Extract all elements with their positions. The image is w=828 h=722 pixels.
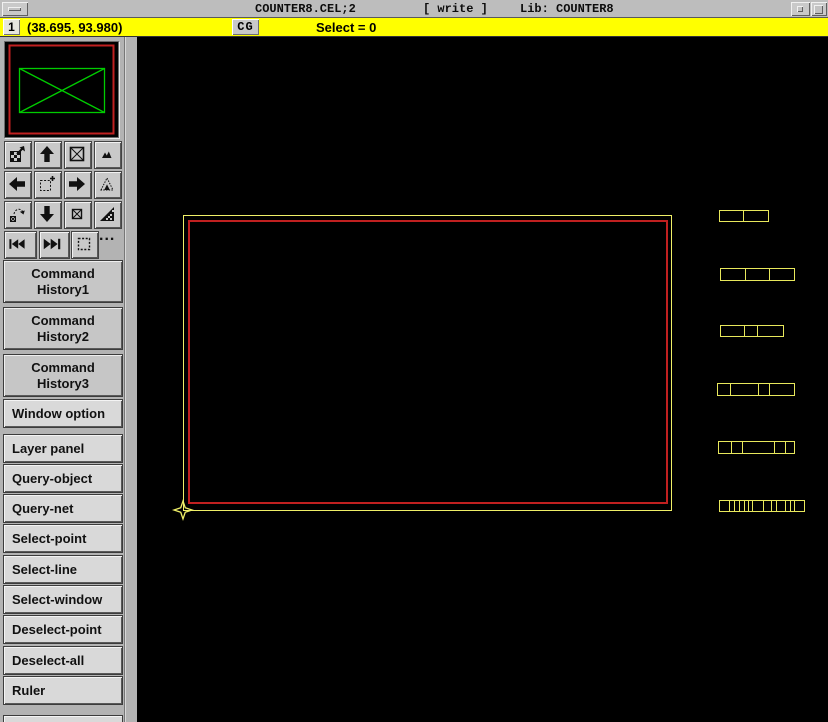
check-area-icon [97, 204, 117, 224]
pan-down-button[interactable] [35, 202, 61, 228]
select-box-icon [74, 234, 94, 254]
redraw-button[interactable] [5, 142, 31, 168]
maximize-button[interactable] [811, 2, 827, 16]
pan-right-icon [67, 174, 87, 194]
clipped-next-button [4, 716, 122, 722]
deselect-point-button[interactable]: Deselect-point [4, 616, 122, 643]
sidebar-seam-highlight [125, 37, 126, 722]
fit-view-button[interactable] [65, 142, 91, 168]
layer-panel-button[interactable]: Layer panel [4, 435, 122, 462]
cell-preview-panel[interactable] [5, 42, 118, 137]
go-first-icon [7, 234, 27, 254]
deselect-all-button[interactable]: Deselect-all [4, 647, 122, 674]
command-history2-button[interactable]: Command History2 [4, 308, 122, 349]
cell-preview-thumbnail [5, 42, 118, 137]
ruler-button[interactable]: Ruler [4, 677, 122, 704]
zoom-in-icon [97, 174, 117, 194]
zoom-in-button[interactable] [95, 172, 121, 198]
drawing-canvas[interactable] [138, 37, 828, 722]
titlebar-library: Lib: COUNTER8 [520, 2, 614, 16]
redraw-icon [7, 144, 27, 164]
query-net-button[interactable]: Query-net [4, 495, 122, 522]
pan-up-button[interactable] [35, 142, 61, 168]
zoom-window-icon [37, 174, 57, 194]
zoom-out-button[interactable] [95, 142, 121, 168]
titlebar[interactable]: COUNTER8.CEL;2 [ write ] Lib: COUNTER8 [0, 0, 828, 18]
pan-up-icon [37, 144, 57, 164]
fit-cell-icon [67, 204, 87, 224]
window-option-button[interactable]: Window option [4, 400, 122, 427]
window-menu-button[interactable] [2, 2, 28, 16]
previous-view-icon [7, 204, 27, 224]
select-box-button[interactable] [72, 232, 98, 258]
go-last-button[interactable] [40, 232, 69, 258]
go-last-icon [42, 234, 62, 254]
minimize-icon [797, 6, 803, 12]
pan-right-button[interactable] [65, 172, 91, 198]
select-window-button[interactable]: Select-window [4, 586, 122, 613]
status-bar: 1 (38.695, 93.980) CG Select = 0 [0, 18, 828, 37]
select-line-button[interactable]: Select-line [4, 556, 122, 583]
fit-cell-button[interactable] [65, 202, 91, 228]
pan-left-icon [7, 174, 27, 194]
check-area-button[interactable] [95, 202, 121, 228]
titlebar-write-mode: [ write ] [423, 2, 488, 16]
pan-left-button[interactable] [5, 172, 31, 198]
command-history3-button[interactable]: Command History3 [4, 355, 122, 396]
fit-view-icon [67, 144, 87, 164]
grid-indicator-button[interactable]: CG [232, 19, 259, 35]
previous-view-button[interactable] [5, 202, 31, 228]
go-first-button[interactable] [5, 232, 36, 258]
select-count: Select = 0 [316, 20, 376, 35]
more-options-label[interactable]: ... [99, 227, 125, 245]
drawing-canvas-svg [138, 37, 828, 722]
window-menu-icon [8, 7, 21, 11]
application-window: COUNTER8.CEL;2 [ write ] Lib: COUNTER8 1… [0, 0, 828, 722]
minimize-button[interactable] [791, 2, 810, 16]
cursor-coordinates: (38.695, 93.980) [27, 20, 122, 35]
view-number-badge: 1 [3, 19, 20, 35]
main-area: ... Command History1 Command History2 Co… [0, 37, 828, 722]
query-object-button[interactable]: Query-object [4, 465, 122, 492]
titlebar-cell-name: COUNTER8.CEL;2 [255, 2, 356, 16]
command-history1-button[interactable]: Command History1 [4, 261, 122, 302]
select-point-button[interactable]: Select-point [4, 525, 122, 552]
zoom-out-icon [97, 144, 117, 164]
zoom-window-button[interactable] [35, 172, 61, 198]
pan-down-icon [37, 204, 57, 224]
maximize-icon [814, 5, 823, 14]
sidebar: ... Command History1 Command History2 Co… [0, 37, 138, 722]
